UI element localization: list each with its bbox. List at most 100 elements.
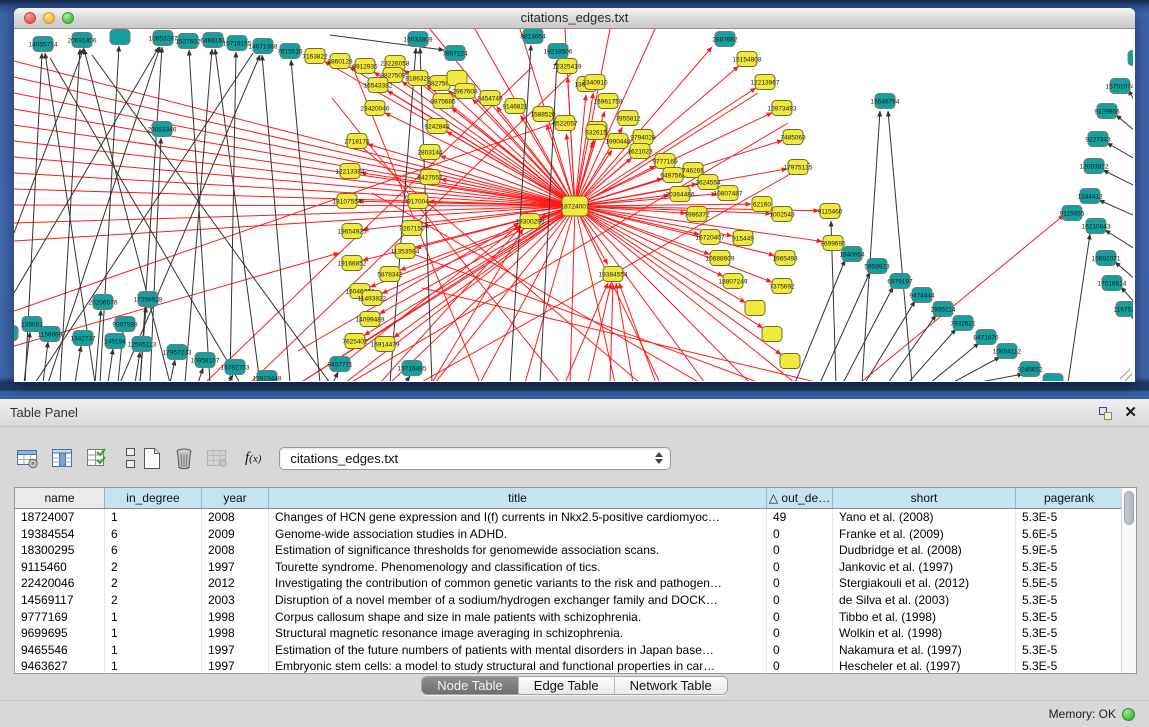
graph-node[interactable] [110,30,130,45]
column-header-year[interactable]: year [202,488,269,508]
table-cell[interactable]: Estimation of significance thresholds fo… [269,542,767,559]
delete-table-icon[interactable] [173,447,195,470]
table-cell[interactable]: 14569117 [15,592,105,609]
table-cell[interactable]: 0 [767,658,833,674]
table-cell[interactable]: 6 [105,542,202,559]
table-cell[interactable]: Changes of HCN gene expression and I(f) … [269,509,767,526]
table-row[interactable]: 1830029562008Estimation of significance … [15,542,1123,559]
tab-node-table[interactable]: Node Table [422,677,518,694]
table-cell[interactable]: Franke et al. (2009) [833,526,1016,543]
table-cell[interactable]: 1998 [202,609,269,626]
table-cell[interactable]: 5.3E-5 [1016,509,1123,526]
table-cell[interactable]: 5.3E-5 [1016,625,1123,642]
table-cell[interactable]: 9777169 [15,609,105,626]
column-header-in_degree[interactable]: in_degree [105,488,202,508]
float-panel-icon[interactable] [1099,407,1112,420]
column-header-pagerank[interactable]: pagerank [1016,488,1123,508]
table-cell[interactable]: 22420046 [15,575,105,592]
table-cell[interactable]: 2009 [202,526,269,543]
table-cell[interactable]: 1997 [202,658,269,674]
table-cell[interactable]: Tibbo et al. (1998) [833,609,1016,626]
table-cell[interactable]: Disruption of a novel member of a sodium… [269,592,767,609]
new-table-icon[interactable] [142,447,162,470]
table-cell[interactable]: 1997 [202,642,269,659]
minimize-window-icon[interactable] [43,12,55,24]
table-cell[interactable]: 2 [105,575,202,592]
table-cell[interactable]: 2003 [202,592,269,609]
table-cell[interactable]: 0 [767,592,833,609]
select-columns-icon[interactable] [86,447,109,469]
table-cell[interactable]: 49 [767,509,833,526]
table-cell[interactable]: Corpus callosum shape and size in male p… [269,609,767,626]
row-height-icon[interactable] [126,448,136,468]
table-cell[interactable]: Hescheler et al. (1997) [833,658,1016,674]
graph-node[interactable] [780,354,800,369]
column-header-out_de[interactable]: △ out_de… [767,488,833,508]
graph-node[interactable] [762,327,782,342]
table-cell[interactable]: Stergiakouli et al. (2012) [833,575,1016,592]
table-row[interactable]: 946362711997Embryonic stem cells: a mode… [15,658,1123,674]
table-cell[interactable]: 1 [105,625,202,642]
table-cell[interactable]: 0 [767,542,833,559]
table-cell[interactable]: Estimation of the future numbers of pati… [269,642,767,659]
table-row[interactable]: 946554611997Estimation of the future num… [15,642,1123,659]
table-cell[interactable]: de Silva et al. (2003) [833,592,1016,609]
network-view-window[interactable]: citations_edges.txt 18724007716382288601… [14,8,1135,382]
zoom-window-icon[interactable] [62,12,74,24]
table-scrollbar[interactable] [1121,488,1136,673]
table-cell[interactable]: 1 [105,609,202,626]
table-selector-dropdown[interactable]: citations_edges.txt [279,447,671,470]
table-cell[interactable]: Nakamura et al. (1997) [833,642,1016,659]
close-window-icon[interactable] [24,12,36,24]
tab-network-table[interactable]: Network Table [614,677,727,694]
table-cell[interactable]: 5.3E-5 [1016,592,1123,609]
table-cell[interactable]: Structural magnetic resonance image aver… [269,625,767,642]
table-cell[interactable]: 5.5E-5 [1016,575,1123,592]
table-cell[interactable]: 0 [767,609,833,626]
table-cell[interactable]: 6 [105,526,202,543]
table-row[interactable]: 2242004622012Investigating the contribut… [15,575,1123,592]
table-cell[interactable]: 9465546 [15,642,105,659]
table-cell[interactable]: 5.6E-5 [1016,526,1123,543]
column-header-short[interactable]: short [833,488,1016,508]
table-cell[interactable]: Dudbridge et al. (2008) [833,542,1016,559]
table-cell[interactable]: Jankovic et al. (1997) [833,559,1016,576]
table-cell[interactable]: Tourette syndrome. Phenomenology and cla… [269,559,767,576]
table-cell[interactable]: 9115460 [15,559,105,576]
table-cell[interactable]: 0 [767,642,833,659]
table-cell[interactable]: Embryonic stem cells: a model to study s… [269,658,767,674]
table-cell[interactable]: 19384554 [15,526,105,543]
table-cell[interactable]: 1 [105,642,202,659]
table-cell[interactable]: 5.3E-5 [1016,658,1123,674]
table-cell[interactable]: 2012 [202,575,269,592]
table-cell[interactable]: 2 [105,592,202,609]
table-cell[interactable]: 2 [105,559,202,576]
table-cell[interactable]: 0 [767,625,833,642]
table-row[interactable]: 977716911998Corpus callosum shape and si… [15,609,1123,626]
graph-node[interactable] [14,326,18,341]
table-cell[interactable]: 9699695 [15,625,105,642]
table-cell[interactable]: 5.3E-5 [1016,642,1123,659]
table-cell[interactable]: Investigating the contribution of common… [269,575,767,592]
table-cell[interactable]: 1 [105,509,202,526]
tab-edge-table[interactable]: Edge Table [518,677,614,694]
column-header-title[interactable]: title [269,488,767,508]
table-cell[interactable]: 0 [767,575,833,592]
table-row[interactable]: 969969511998Structural magnetic resonanc… [15,625,1123,642]
table-cell[interactable]: 0 [767,559,833,576]
table-cell[interactable]: 2008 [202,542,269,559]
graph-node[interactable] [745,301,765,316]
table-row[interactable]: 1456911722003Disruption of a novel membe… [15,592,1123,609]
table-cell[interactable]: 2008 [202,509,269,526]
close-panel-icon[interactable]: ✕ [1124,399,1137,427]
table-row[interactable]: 1872400712008Changes of HCN gene express… [15,509,1123,526]
table-cell[interactable]: 1997 [202,559,269,576]
table-row[interactable]: 911546021997Tourette syndrome. Phenomeno… [15,559,1123,576]
network-canvas[interactable]: 1872400771638228860128891293523226058982… [14,29,1133,381]
table-cell[interactable]: Wolkin et al. (1998) [833,625,1016,642]
table-settings-icon[interactable] [16,447,40,469]
table-cell[interactable]: 0 [767,526,833,543]
graph-node[interactable] [1128,51,1133,66]
table-cell[interactable]: Genome-wide association studies in ADHD. [269,526,767,543]
table-cell[interactable]: 18724007 [15,509,105,526]
